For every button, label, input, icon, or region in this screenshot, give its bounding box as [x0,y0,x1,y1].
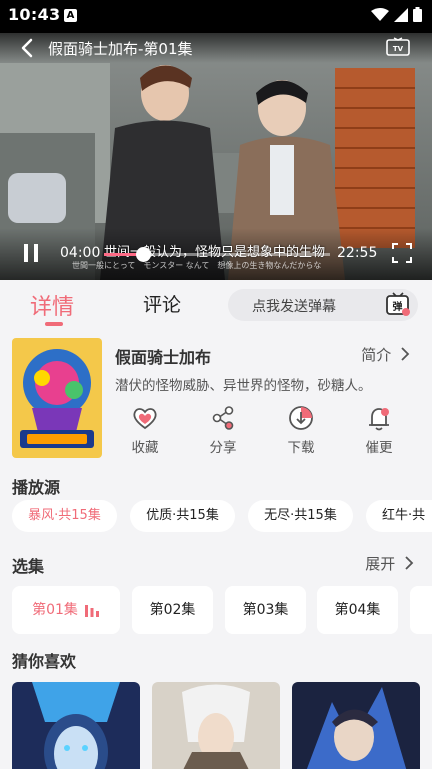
action-row: 收藏 分享 下载 催更 [115,404,425,460]
pause-icon[interactable] [22,243,40,263]
episode-label: 第03集 [242,602,289,618]
tab-indicator [45,322,63,326]
tab-comments[interactable]: 评论 [143,290,181,317]
progress-bar[interactable] [104,247,330,262]
show-poster[interactable] [12,338,102,458]
duration-time: 22:55 [337,245,378,261]
episode-list: 第01集 第02集 第03集 第04集 [12,586,432,634]
intro-link[interactable]: 简介 [361,344,410,365]
svg-text:TV: TV [393,45,404,53]
show-info: 假面骑士加布 简介 潜伏的怪物威胁、异世界的怪物，砂糖人。 收藏 分享 下载 催… [12,338,422,460]
expand-label: 展开 [365,555,396,573]
favorite-label: 收藏 [131,440,159,456]
episode-item[interactable]: 第01集 [12,586,120,634]
share-label: 分享 [209,440,237,456]
source-chip[interactable]: 暴风·共15集 [12,500,117,532]
sources-title: 播放源 [12,478,61,497]
content-area: 详情 评论 点我发送弹幕 弹 假面骑士加布 简介 潜伏的怪物威胁、异世界的怪物，… [0,280,432,769]
chevron-right-icon [401,347,410,361]
notification-badge: A [64,9,77,22]
source-chip[interactable]: 无尽·共15集 [248,500,353,532]
expand-episodes[interactable]: 展开 [365,553,414,574]
status-time: 10:43 [8,5,61,24]
source-chip[interactable]: 优质·共15集 [130,500,235,532]
download-button[interactable]: 下载 [271,404,331,456]
tab-bar: 详情 评论 点我发送弹幕 弹 [0,280,432,330]
episode-item[interactable]: 第03集 [225,586,306,634]
recommend-list [12,682,432,769]
signal-icon [394,7,408,22]
progress-knob[interactable] [136,247,152,262]
download-label: 下载 [287,440,315,456]
danmaku-icon-label: 弹 [393,300,403,313]
remind-label: 催更 [365,440,393,456]
recommend-card[interactable] [152,682,280,769]
episode-item[interactable]: 第04集 [317,586,398,634]
danmaku-icon[interactable]: 弹 [384,291,412,319]
intro-link-label: 简介 [361,346,392,364]
episode-label: 第02集 [149,602,196,618]
wifi-icon [371,7,389,21]
player-controls: 04:00 世间一般认为，怪物只是想象中的生物 世間一般にとって モンスター な… [0,228,432,280]
chevron-right-icon [405,556,414,570]
download-icon [289,406,313,430]
favorite-button[interactable]: 收藏 [115,404,175,456]
episode-item-partial[interactable] [410,586,432,634]
share-button[interactable]: 分享 [193,404,253,456]
fullscreen-icon[interactable] [392,243,412,263]
remind-button[interactable]: 催更 [349,404,409,456]
current-time: 04:00 [60,245,101,261]
playing-bars-icon [84,605,99,617]
subtitle-jp-text: 世間一般にとって モンスター なんて 想像上の生き物なんだからな [72,261,322,270]
bell-icon [369,408,389,431]
share-icon [212,406,234,430]
heart-icon [133,408,157,430]
cast-tv-icon[interactable]: TV [386,37,410,57]
danmaku-input[interactable]: 点我发送弹幕 弹 [228,289,418,321]
recommend-card[interactable] [292,682,420,769]
tab-details[interactable]: 详情 [30,289,74,321]
source-chip[interactable]: 红牛·共 [366,500,432,532]
show-description: 潜伏的怪物威胁、异世界的怪物，砂糖人。 [115,378,372,394]
back-icon[interactable] [18,37,38,59]
battery-icon [413,7,422,22]
player-top-bar: 假面骑士加布-第01集 TV [0,33,432,63]
episode-label: 第01集 [32,602,78,618]
recommend-card[interactable] [12,682,140,769]
show-title: 假面骑士加布 [115,348,212,367]
danmaku-placeholder: 点我发送弹幕 [252,299,336,315]
source-list: 暴风·共15集 优质·共15集 无尽·共15集 红牛·共 [12,500,432,532]
recommend-title: 猜你喜欢 [12,652,77,671]
episode-label: 第04集 [334,602,381,618]
episode-item[interactable]: 第02集 [132,586,213,634]
video-player[interactable]: 假面骑士加布-第01集 TV 04:00 世间一般认为，怪物只是想象中的生物 世… [0,33,432,280]
status-bar: 10:43 A [0,0,432,33]
episodes-title: 选集 [12,557,45,576]
system-icons [371,7,422,22]
video-title: 假面骑士加布-第01集 [48,40,193,58]
